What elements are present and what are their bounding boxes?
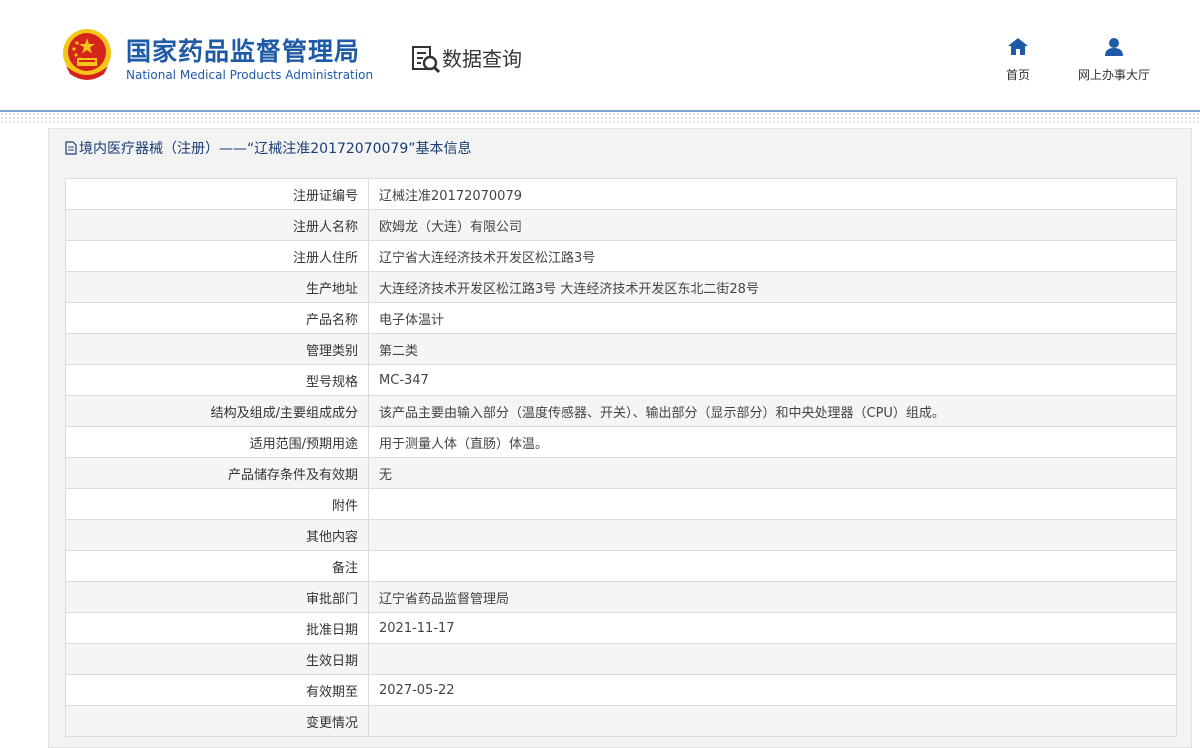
detail-panel: 境内医疗器械（注册）——“辽械注准20172070079”基本信息 注册证编号辽…	[48, 128, 1192, 748]
row-label: 产品储存条件及有效期	[65, 457, 369, 489]
row-value: 第二类	[368, 333, 1177, 365]
row-label: 结构及组成/主要组成成分	[65, 395, 369, 427]
row-value: 用于测量人体（直肠）体温。	[368, 426, 1177, 458]
panel-title-text: 境内医疗器械（注册）——“辽械注准20172070079”基本信息	[79, 141, 472, 157]
row-label: 审批部门	[65, 581, 369, 613]
site-header: 国家药品监督管理局 National Medical Products Admi…	[0, 0, 1200, 110]
row-value	[368, 550, 1177, 582]
table-row: 注册人名称 欧姆龙（大连）有限公司	[65, 209, 1177, 241]
table-row: 其他内容	[65, 519, 1177, 551]
table-row: 有效期至 2027-05-22	[65, 674, 1177, 706]
table-row: 产品储存条件及有效期无	[65, 457, 1177, 489]
table-row: 管理类别 第二类	[65, 333, 1177, 365]
data-query-icon	[412, 46, 441, 74]
row-label: 注册人住所	[65, 240, 369, 272]
user-icon	[1105, 38, 1123, 56]
row-value: 该产品主要由输入部分（温度传感器、开关）、输出部分（显示部分）和中央处理器（CP…	[368, 395, 1177, 427]
brand-title-en[interactable]: National Medical Products Administration	[126, 68, 373, 82]
document-icon	[65, 141, 77, 155]
row-value: 大连经济技术开发区松江路3号 大连经济技术开发区东北二街28号	[368, 271, 1177, 303]
row-label: 注册人名称	[65, 209, 369, 241]
row-label: 注册证编号	[65, 178, 369, 210]
table-row: 适用范围/预期用途 用于测量人体（直肠）体温。	[65, 426, 1177, 458]
row-value	[368, 488, 1177, 520]
table-row: 备注	[65, 550, 1177, 582]
table-row: 审批部门 辽宁省药品监督管理局	[65, 581, 1177, 613]
row-label: 生产地址	[65, 271, 369, 303]
row-label: 管理类别	[65, 333, 369, 365]
nav-home-link[interactable]: 首页	[996, 36, 1040, 83]
row-value: 2021-11-17	[368, 612, 1177, 644]
table-row: 批准日期 2021-11-17	[65, 612, 1177, 644]
table-row: 生效日期	[65, 643, 1177, 675]
national-emblem-icon	[63, 29, 111, 80]
brand-title-cn[interactable]: 国家药品监督管理局	[126, 32, 360, 68]
row-label: 其他内容	[65, 519, 369, 551]
row-value: 辽宁省大连经济技术开发区松江路3号	[368, 240, 1177, 272]
table-row: 结构及组成/主要组成成分 该产品主要由输入部分（温度传感器、开关）、输出部分（显示…	[65, 395, 1177, 427]
row-value: 2027-05-22	[368, 674, 1177, 706]
panel-title: 境内医疗器械（注册）——“辽械注准20172070079”基本信息	[65, 137, 471, 161]
decorative-dotted-band	[0, 112, 1200, 124]
nav-online-hall-link[interactable]: 网上办事大厅	[1068, 36, 1160, 83]
nav-home-label: 首页	[1005, 68, 1030, 82]
row-value: 欧姆龙（大连）有限公司	[368, 209, 1177, 241]
row-label: 生效日期	[65, 643, 369, 675]
row-value: MC-347	[368, 364, 1177, 396]
table-row: 注册人住所 辽宁省大连经济技术开发区松江路3号	[65, 240, 1177, 272]
table-row: 型号规格 MC-347	[65, 364, 1177, 396]
row-label: 备注	[65, 550, 369, 582]
nav-online-hall-label: 网上办事大厅	[1077, 68, 1150, 82]
row-value: 电子体温计	[368, 302, 1177, 334]
row-label: 有效期至	[65, 674, 369, 706]
row-value: 辽械注准20172070079	[368, 178, 1177, 210]
table-row: 生产地址 大连经济技术开发区松江路3号 大连经济技术开发区东北二街28号	[65, 271, 1177, 303]
row-label: 型号规格	[65, 364, 369, 396]
row-label: 适用范围/预期用途	[65, 426, 369, 458]
data-query-label: 数据查询	[442, 47, 522, 71]
row-value	[368, 643, 1177, 675]
row-label: 产品名称	[65, 302, 369, 334]
table-row: 附件	[65, 488, 1177, 520]
row-value	[368, 705, 1177, 737]
row-value: 无	[368, 457, 1177, 489]
table-row: 注册证编号 辽械注准20172070079	[65, 178, 1177, 210]
table-row: 产品名称 电子体温计	[65, 302, 1177, 334]
row-value	[368, 519, 1177, 551]
row-label: 变更情况	[65, 705, 369, 737]
table-row: 变更情况	[65, 705, 1177, 737]
device-info-table: 注册证编号 辽械注准20172070079 注册人名称 欧姆龙（大连）有限公司 注册…	[65, 178, 1177, 737]
row-label: 批准日期	[65, 612, 369, 644]
row-label: 附件	[65, 488, 369, 520]
home-icon	[1008, 38, 1028, 55]
row-value: 辽宁省药品监督管理局	[368, 581, 1177, 613]
